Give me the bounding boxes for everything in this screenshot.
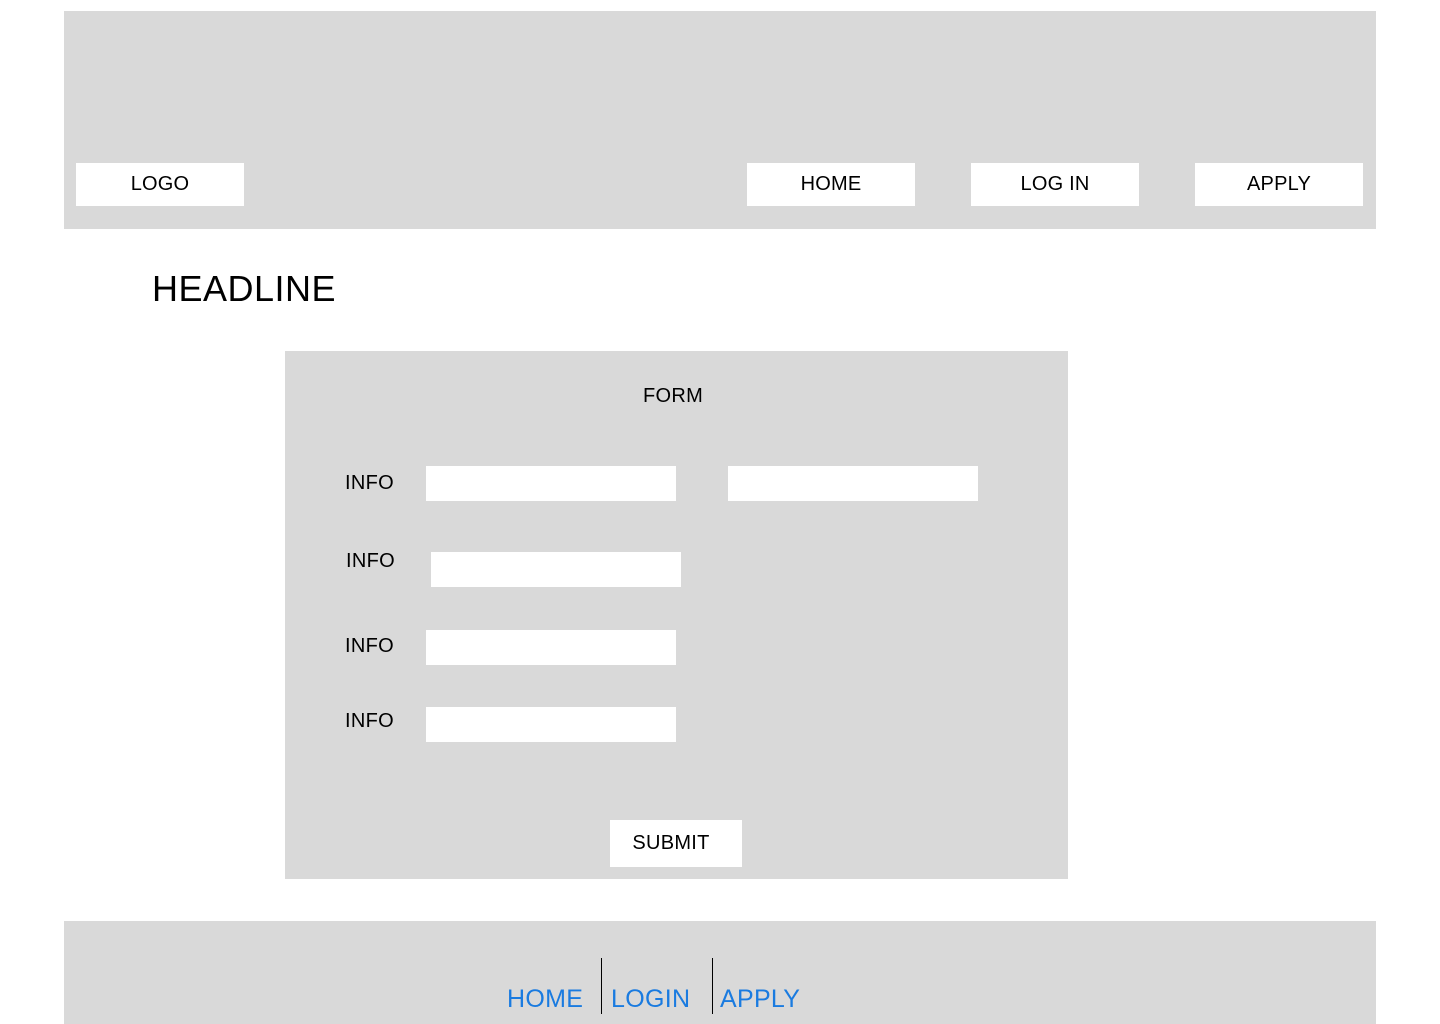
nav-home-button[interactable]: HOME: [747, 163, 915, 206]
logo[interactable]: LOGO: [76, 163, 244, 206]
nav-login-button[interactable]: LOG IN: [971, 163, 1139, 206]
form-title: FORM: [643, 385, 704, 407]
site-footer: HOME LOGIN APPLY: [64, 921, 1376, 1024]
application-form: FORM INFO INFO INFO INFO SUBMIT: [285, 351, 1068, 879]
submit-button[interactable]: SUBMIT: [610, 820, 742, 867]
site-header: LOGO HOME LOG IN APPLY: [64, 11, 1376, 229]
footer-divider: [601, 958, 602, 1014]
page-headline: HEADLINE: [152, 268, 337, 309]
info-input-2[interactable]: [431, 552, 681, 587]
page: LOGO HOME LOG IN APPLY HEADLINE FORM INF…: [0, 0, 1440, 1024]
footer-link-apply[interactable]: APPLY: [720, 985, 800, 1014]
footer-link-login[interactable]: LOGIN: [611, 985, 690, 1014]
footer-divider: [712, 958, 713, 1014]
info-input-4[interactable]: [426, 707, 676, 742]
info-input-3[interactable]: [426, 630, 676, 665]
info-label-1: INFO: [345, 472, 394, 494]
nav-apply-button[interactable]: APPLY: [1195, 163, 1363, 206]
info-label-4: INFO: [345, 710, 394, 732]
info-label-3: INFO: [345, 635, 394, 657]
info-input-1-secondary[interactable]: [728, 466, 978, 501]
footer-link-home[interactable]: HOME: [507, 985, 583, 1014]
info-input-1[interactable]: [426, 466, 676, 501]
info-label-2: INFO: [346, 550, 395, 572]
